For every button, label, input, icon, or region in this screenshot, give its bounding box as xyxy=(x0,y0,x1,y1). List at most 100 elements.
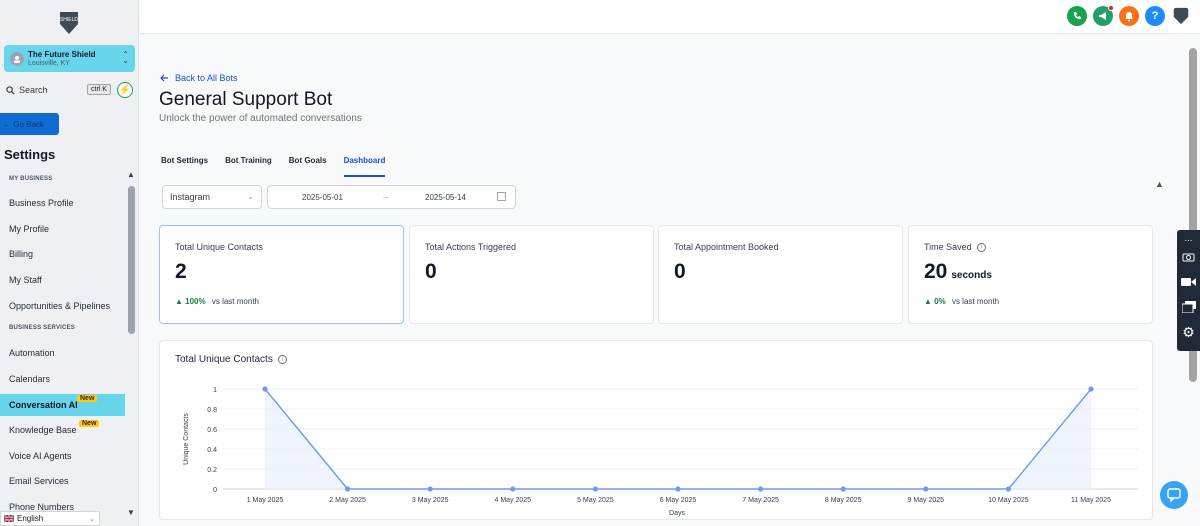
location-switcher[interactable]: The Future Shield Louisville, KY ⌃ ⌄ xyxy=(4,45,135,72)
sidebar-item-business-profile[interactable]: Business Profile xyxy=(0,192,125,214)
sidebar-item-conversation-ai[interactable]: Conversation AI xyxy=(0,394,125,416)
sidebar-item-knowledge-base[interactable]: Knowledge Base xyxy=(0,419,125,441)
sidebar-item-my-staff[interactable]: My Staff xyxy=(0,269,125,291)
sidebar-item-automation[interactable]: Automation xyxy=(0,342,125,364)
stat-card-time-saved[interactable]: Time Saved i 20 seconds ▲ 0% vs last mont… xyxy=(908,225,1153,324)
quick-action-icon[interactable]: ⚡ xyxy=(117,82,133,98)
x-tick-label: 6 May 2025 xyxy=(660,497,697,504)
area-fill xyxy=(265,389,1091,489)
stat-change: ▲ 100% vs last month xyxy=(175,297,259,306)
y-tick-label: 0.2 xyxy=(207,467,217,474)
stat-value: 0 xyxy=(674,260,686,283)
tab-dashboard[interactable]: Dashboard xyxy=(343,155,386,177)
location-name: The Future Shield xyxy=(28,50,96,59)
info-icon[interactable]: i xyxy=(976,242,986,252)
tab-bot-training[interactable]: Bot Training xyxy=(225,155,272,177)
data-point xyxy=(427,486,433,492)
date-start[interactable]: 2025-05-01 xyxy=(302,193,343,202)
y-tick-label: 0.4 xyxy=(207,447,217,454)
search-shortcut: ctrl K xyxy=(87,84,111,95)
back-link-label: Back to All Bots xyxy=(175,73,238,83)
tab-bot-goals[interactable]: Bot Goals xyxy=(289,155,327,177)
series-line xyxy=(264,388,1092,490)
y-tick-label: 1 xyxy=(213,387,217,394)
x-axis-label: Days xyxy=(669,510,685,517)
screen-icon[interactable] xyxy=(1180,300,1197,314)
data-point xyxy=(345,486,351,492)
sidebar-item-calendars[interactable]: Calendars xyxy=(0,368,125,390)
page-title: General Support Bot xyxy=(159,89,333,110)
stat-card-actions-triggered[interactable]: Total Actions Triggered 0 xyxy=(409,225,654,324)
location-city: Louisville, KY xyxy=(28,60,71,67)
go-back-button[interactable]: ← Go Back xyxy=(0,113,59,135)
stat-value: 20 seconds xyxy=(924,260,992,283)
stat-label: Total Actions Triggered xyxy=(425,242,517,252)
channel-select[interactable]: Instagram ⌄ xyxy=(162,185,262,209)
chat-icon xyxy=(1167,488,1181,502)
sidebar-scrollbar[interactable] xyxy=(128,186,135,334)
data-point xyxy=(675,486,681,492)
trend-up-icon: ▲ xyxy=(175,297,183,306)
stat-card-unique-contacts[interactable]: Total Unique Contacts 2 ▲ 100% vs last m… xyxy=(159,225,404,324)
megaphone-icon[interactable] xyxy=(1093,5,1114,26)
chevron-down-icon: ⌄ xyxy=(89,515,95,523)
bell-icon[interactable] xyxy=(1119,6,1139,26)
back-to-bots-link[interactable]: Back to All Bots xyxy=(160,73,238,83)
data-point xyxy=(510,486,516,492)
sidebar-item-billing[interactable]: Billing xyxy=(0,243,125,265)
language-select[interactable]: English ⌄ xyxy=(0,511,100,526)
data-point xyxy=(592,486,598,492)
top-bar: ? xyxy=(140,0,1200,34)
section-business-services: BUSINESS SERVICES xyxy=(9,325,75,331)
calendar-icon[interactable] xyxy=(497,192,506,201)
camera-icon[interactable] xyxy=(1180,250,1197,264)
stat-card-appointments-booked[interactable]: Total Appointment Booked 0 xyxy=(658,225,903,324)
new-badge: New xyxy=(79,420,100,427)
y-tick-label: 0 xyxy=(213,487,217,494)
x-tick-label: 11 May 2025 xyxy=(1071,497,1111,504)
help-icon[interactable]: ? xyxy=(1145,6,1165,26)
chevron-updown-icon: ⌃ ⌄ xyxy=(122,50,129,65)
stat-change-suffix: vs last month xyxy=(951,297,1000,306)
stat-value: 0 xyxy=(425,260,437,283)
search-label: Search xyxy=(19,85,48,95)
x-tick-label: 10 May 2025 xyxy=(988,497,1029,504)
shield-logo-icon[interactable]: SHIELD xyxy=(58,10,80,36)
date-range-picker[interactable]: 2025-05-01 → 2025-05-14 xyxy=(267,185,516,209)
tab-bot-settings[interactable]: Bot Settings xyxy=(161,155,208,177)
page-subtitle: Unlock the power of automated conversati… xyxy=(159,113,362,124)
location-icon xyxy=(10,52,24,66)
recording-toolbar: ⋯ ⚙ xyxy=(1177,230,1200,351)
uk-flag-icon xyxy=(4,515,14,522)
trend-up-icon: ▲ xyxy=(924,297,932,306)
sidebar-item-voice-ai-agents[interactable]: Voice AI Agents xyxy=(0,445,125,467)
stat-label: Total Appointment Booked xyxy=(674,242,779,252)
y-axis-label: Unique Contacts xyxy=(183,413,190,465)
stat-change: ▲ 0% vs last month xyxy=(924,297,999,306)
sidebar-item-email-services[interactable]: Email Services xyxy=(0,470,125,492)
chat-widget-button[interactable] xyxy=(1160,481,1188,509)
more-icon[interactable]: ⋯ xyxy=(1180,233,1197,247)
phone-icon[interactable] xyxy=(1067,6,1087,26)
shield-avatar-icon[interactable] xyxy=(1171,6,1191,26)
scroll-up-arrow-icon[interactable]: ▲ xyxy=(127,170,135,179)
sidebar-item-my-profile[interactable]: My Profile xyxy=(0,218,125,240)
x-tick-label: 7 May 2025 xyxy=(742,497,779,504)
gear-icon[interactable]: ⚙ xyxy=(1180,324,1197,340)
scroll-down-arrow-icon[interactable]: ▼ xyxy=(127,508,135,517)
chevron-down-icon: ⌄ xyxy=(247,192,254,201)
sidebar-item-opportunities[interactable]: Opportunities & Pipelines xyxy=(0,295,125,317)
chart-card: Total Unique Contacts i 0 0.2 0.4 0.6 0.8 1 1 … xyxy=(159,340,1153,520)
stat-change-value: 100% xyxy=(185,297,206,306)
x-tick-label: 5 May 2025 xyxy=(577,497,614,504)
date-end[interactable]: 2025-05-14 xyxy=(425,193,466,202)
collapse-arrow-icon[interactable]: ▲ xyxy=(1155,179,1164,189)
stat-change-value: 0% xyxy=(934,297,946,306)
stat-label-wrap: Time Saved i xyxy=(924,242,986,252)
x-tick-label: 3 May 2025 xyxy=(412,497,449,504)
video-icon[interactable] xyxy=(1180,275,1197,289)
x-tick-label: 4 May 2025 xyxy=(495,497,532,504)
line-chart: 00.20.40.60.811 May 2025 2 May 2025 3 May … xyxy=(183,386,1138,517)
data-point xyxy=(923,486,929,492)
sidebar: SHIELD The Future Shield Louisville, KY … xyxy=(0,0,139,526)
